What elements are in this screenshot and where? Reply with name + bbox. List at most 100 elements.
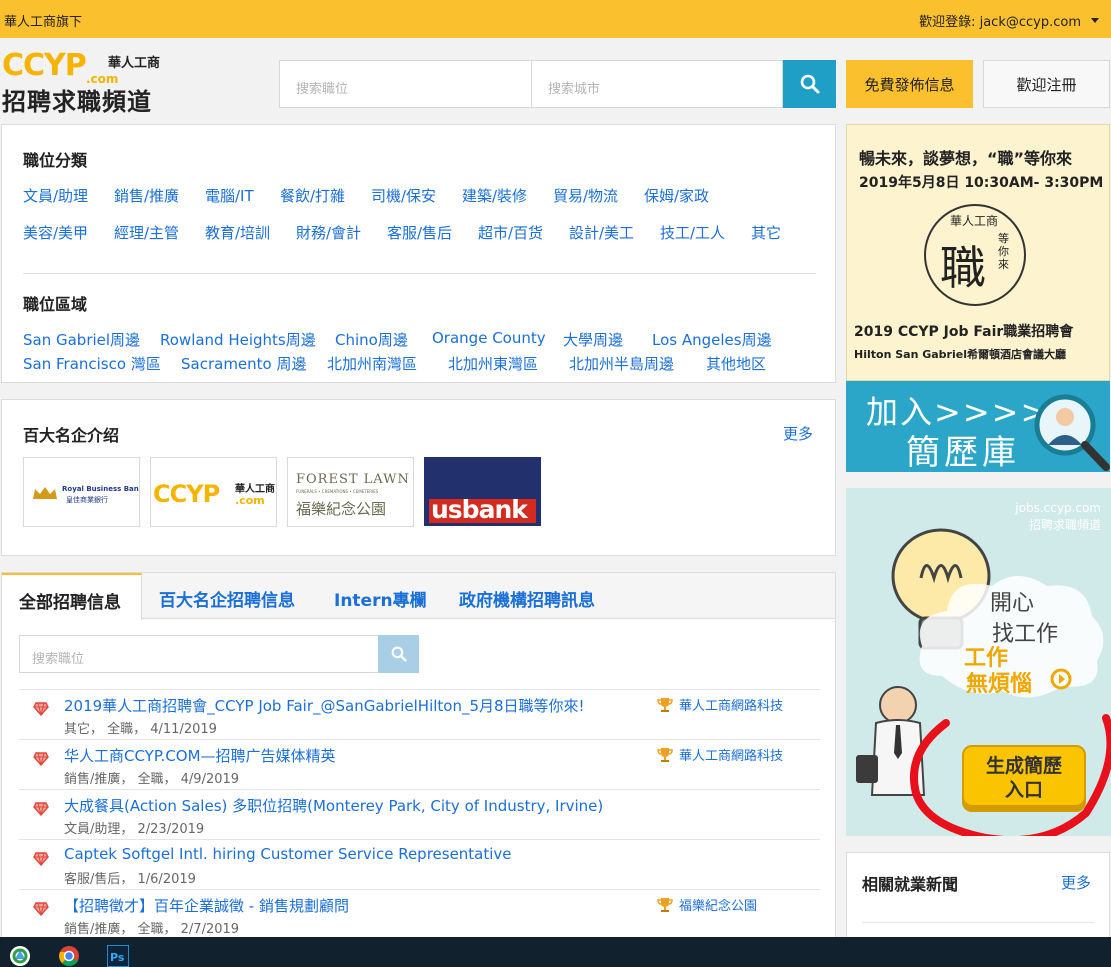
photoshop-icon[interactable]: Ps (107, 945, 129, 967)
jobfair-slogan: 暢未來，談夢想，“職”等你來 (859, 149, 1073, 168)
job-title-link[interactable]: 【招聘徵才】百年企業誠徵 - 銷售規劃顧問 (64, 895, 349, 916)
category-link[interactable]: 教育/培訓 (205, 222, 270, 243)
category-link[interactable]: 銷售/推廣 (114, 185, 179, 206)
region-link[interactable]: 大學周邊 (563, 329, 623, 350)
job-row[interactable]: 大成餐具(Action Sales) 多职位招聘(Monterey Park, … (19, 789, 820, 839)
job-search-input[interactable]: 搜索職位 (19, 635, 379, 673)
category-link[interactable]: 客服/售后 (387, 222, 452, 243)
job-company-name[interactable]: 華人工商網路科技 (679, 695, 783, 714)
region-link[interactable]: San Francisco 灣區 (23, 353, 161, 374)
register-button[interactable]: 歡迎注冊 (983, 60, 1110, 108)
category-link[interactable]: 設計/美工 (569, 222, 634, 243)
category-link[interactable]: 保姆/家政 (644, 185, 709, 206)
region-link[interactable]: 北加州南灣區 (327, 353, 417, 374)
region-title: 職位區域 (23, 295, 88, 314)
trophy-icon (657, 697, 673, 712)
post-free-button[interactable]: 免費發佈信息 (846, 60, 973, 108)
company-logo-name: CCYP (153, 480, 220, 508)
chrome-icon[interactable] (58, 945, 80, 967)
job-company[interactable]: 福樂紀念公園 (657, 895, 757, 914)
seal-side-text: 等你來 (998, 232, 1009, 271)
search-city-input[interactable]: 搜索城市 (531, 60, 783, 108)
job-search-button[interactable] (378, 635, 419, 673)
related-news-panel: 相關就業新聞 更多 (846, 852, 1110, 942)
user-menu[interactable]: 歡迎登錄: jack@ccyp.com (919, 11, 1099, 30)
job-row[interactable]: 【招聘徵才】百年企業誠徵 - 銷售規劃顧問 銷售/推廣， 全職， 2/7/201… (19, 889, 820, 939)
category-link[interactable]: 技工/工人 (660, 222, 725, 243)
resume-button-line1: 生成簡歷 (985, 755, 1062, 777)
category-link[interactable]: 建築/裝修 (462, 185, 527, 206)
app-launcher-icon[interactable] (9, 945, 31, 967)
jobfair-banner[interactable]: 暢未來，談夢想，“職”等你來 2019年5月8日 10:30AM- 3:30PM… (846, 124, 1110, 381)
resume-ad-slogan4: 無煩惱 (966, 672, 1033, 697)
companies-panel: 百大名企介绍 更多 Royal Business Bank 皇佳商業銀行 CCY… (1, 399, 836, 556)
category-link[interactable]: 文員/助理 (23, 185, 88, 206)
category-link[interactable]: 電腦/IT (205, 185, 254, 206)
site-logo[interactable]: CCYP .com 華人工商 招聘求職頻道 (2, 48, 172, 116)
region-link[interactable]: Rowland Heights周邊 (160, 329, 316, 350)
region-link[interactable]: 其他地区 (706, 353, 766, 374)
tab-government[interactable]: 政府機構招聘訊息 (459, 573, 595, 619)
resume-entrance-button[interactable]: 生成簡歷 入口 (962, 745, 1086, 807)
tab-all-jobs[interactable]: 全部招聘信息 (2, 573, 142, 620)
job-title-link[interactable]: 华人工商CCYP.COM—招聘广告媒体精英 (64, 745, 336, 766)
region-link[interactable]: Chino周邊 (335, 329, 408, 350)
user-menu-label[interactable]: 歡迎登錄: jack@ccyp.com (919, 11, 1081, 30)
job-title-link[interactable]: 2019華人工商招聘會_CCYP Job Fair_@SanGabrielHil… (64, 695, 585, 716)
job-row[interactable]: Captek Softgel Intl. hiring Customer Ser… (19, 839, 820, 889)
job-title-link[interactable]: Captek Softgel Intl. hiring Customer Ser… (64, 845, 512, 863)
jobs-panel: 全部招聘信息 百大名企招聘信息 Intern專欄 政府機構招聘訊息 搜索職位 2… (1, 572, 836, 942)
job-meta: 客服/售后， 1/6/2019 (64, 872, 196, 887)
job-company-name[interactable]: 福樂紀念公園 (679, 895, 757, 914)
company-logo-usbank[interactable]: usbank (424, 457, 541, 526)
company-logo-ccyp[interactable]: CCYP .com 華人工商 (150, 457, 277, 527)
category-link[interactable]: 其它 (751, 222, 781, 243)
region-link[interactable]: San Gabriel周邊 (23, 329, 140, 350)
resume-ad-domain: jobs.ccyp.com (1015, 501, 1101, 515)
job-row[interactable]: 华人工商CCYP.COM—招聘广告媒体精英 銷售/推廣， 全職， 4/9/201… (19, 739, 820, 789)
svg-text:Ps: Ps (110, 951, 125, 964)
company-logo-forest-lawn[interactable]: FOREST LAWN FUNERALS • CREMATIONS • CEME… (287, 457, 414, 527)
category-link[interactable]: 財務/會計 (296, 222, 361, 243)
companies-more-link[interactable]: 更多 (783, 423, 813, 444)
company-logo-name: Royal Business Bank (62, 485, 140, 493)
header: CCYP .com 華人工商 招聘求職頻道 搜索職位 搜索城市 免費發佈信息 歡… (0, 38, 1111, 122)
company-logo-royal-business-bank[interactable]: Royal Business Bank 皇佳商業銀行 (23, 457, 140, 527)
diamond-icon (33, 902, 49, 916)
resume-builder-banner[interactable]: jobs.ccyp.com 招聘求職頻道 開心 找工作 工作 無煩惱 生成簡歷 … (846, 488, 1111, 836)
job-company[interactable]: 華人工商網路科技 (657, 745, 783, 764)
divider (862, 922, 1094, 923)
region-link[interactable]: 北加州東灣區 (448, 353, 538, 374)
company-logo-sub: FUNERALS • CREMATIONS • CEMETERIES (296, 489, 379, 494)
resume-ad-slogan1: 開心 (990, 591, 1035, 616)
job-title-link[interactable]: 大成餐具(Action Sales) 多职位招聘(Monterey Park, … (64, 795, 603, 816)
resume-database-banner[interactable]: 加入>>>> 簡歷庫 (846, 381, 1110, 472)
news-title: 相關就業新聞 (862, 875, 959, 894)
region-link[interactable]: Sacramento 周邊 (181, 353, 307, 374)
region-link[interactable]: Los Angeles周邊 (652, 329, 772, 350)
tab-intern[interactable]: Intern專欄 (334, 573, 427, 619)
news-more-link[interactable]: 更多 (1061, 872, 1091, 893)
category-link[interactable]: 經理/主管 (114, 222, 179, 243)
region-link[interactable]: 北加州半島周邊 (569, 353, 674, 374)
chevron-down-icon[interactable] (1091, 18, 1099, 23)
os-taskbar: Ps (0, 937, 1111, 967)
category-link[interactable]: 美容/美甲 (23, 222, 88, 243)
resume-ad-site: jobs.ccyp.com 招聘求職頻道 (1015, 500, 1101, 534)
category-link[interactable]: 餐飲/打雜 (280, 185, 345, 206)
job-company-name[interactable]: 華人工商網路科技 (679, 745, 783, 764)
jobfair-seal: 華人工商 職 等你來 (924, 204, 1026, 306)
region-link[interactable]: Orange County (432, 329, 546, 347)
job-meta: 文員/助理， 2/23/2019 (64, 822, 205, 837)
tab-top-companies[interactable]: 百大名企招聘信息 (159, 573, 295, 619)
category-link[interactable]: 超市/百货 (478, 222, 543, 243)
category-link[interactable]: 司機/保安 (371, 185, 436, 206)
search-button[interactable] (783, 60, 836, 108)
job-company[interactable]: 華人工商網路科技 (657, 695, 783, 714)
category-link[interactable]: 貿易/物流 (553, 185, 618, 206)
job-row[interactable]: 2019華人工商招聘會_CCYP Job Fair_@SanGabrielHil… (19, 689, 820, 739)
search-position-input[interactable]: 搜索職位 (279, 60, 532, 108)
divider (23, 273, 816, 274)
companies-title: 百大名企介绍 (23, 426, 120, 445)
company-logo-cn: 福樂紀念公園 (296, 500, 387, 518)
